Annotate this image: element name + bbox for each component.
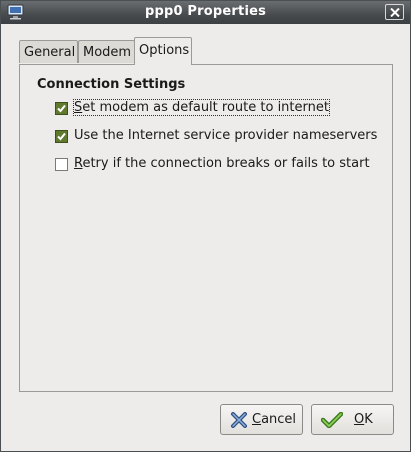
checkmark-icon <box>57 132 66 141</box>
ok-checkmark-icon <box>320 411 344 432</box>
retry-label: Retry if the connection breaks or fails … <box>74 156 370 171</box>
properties-dialog: ppp0 Properties General Modem Options Co… <box>0 0 411 452</box>
tab-options-label: Options <box>139 43 190 58</box>
isp-nameservers-label: Use the Internet service provider namese… <box>74 128 378 143</box>
tab-options[interactable]: Options <box>134 37 192 65</box>
tab-general[interactable]: General <box>19 40 78 63</box>
tab-modem-label: Modem <box>83 45 132 60</box>
cancel-button[interactable]: Cancel <box>220 404 303 435</box>
close-button[interactable] <box>385 4 404 20</box>
default-route-label: Set modem as default route to internet <box>73 99 330 116</box>
ok-label: OK <box>354 412 373 427</box>
default-route-checkbox[interactable] <box>55 102 68 115</box>
ok-button[interactable]: OK <box>311 404 394 435</box>
tab-modem[interactable]: Modem <box>78 40 135 63</box>
title-bar[interactable]: ppp0 Properties <box>1 1 410 24</box>
cancel-x-icon <box>230 412 248 432</box>
cancel-label: Cancel <box>252 412 297 427</box>
close-icon <box>390 8 400 17</box>
section-title: Connection Settings <box>37 77 186 92</box>
retry-checkbox[interactable] <box>55 158 68 171</box>
isp-nameservers-checkbox[interactable] <box>55 130 68 143</box>
tab-general-label: General <box>24 45 76 60</box>
checkmark-icon <box>57 104 66 113</box>
window-title: ppp0 Properties <box>144 4 267 19</box>
